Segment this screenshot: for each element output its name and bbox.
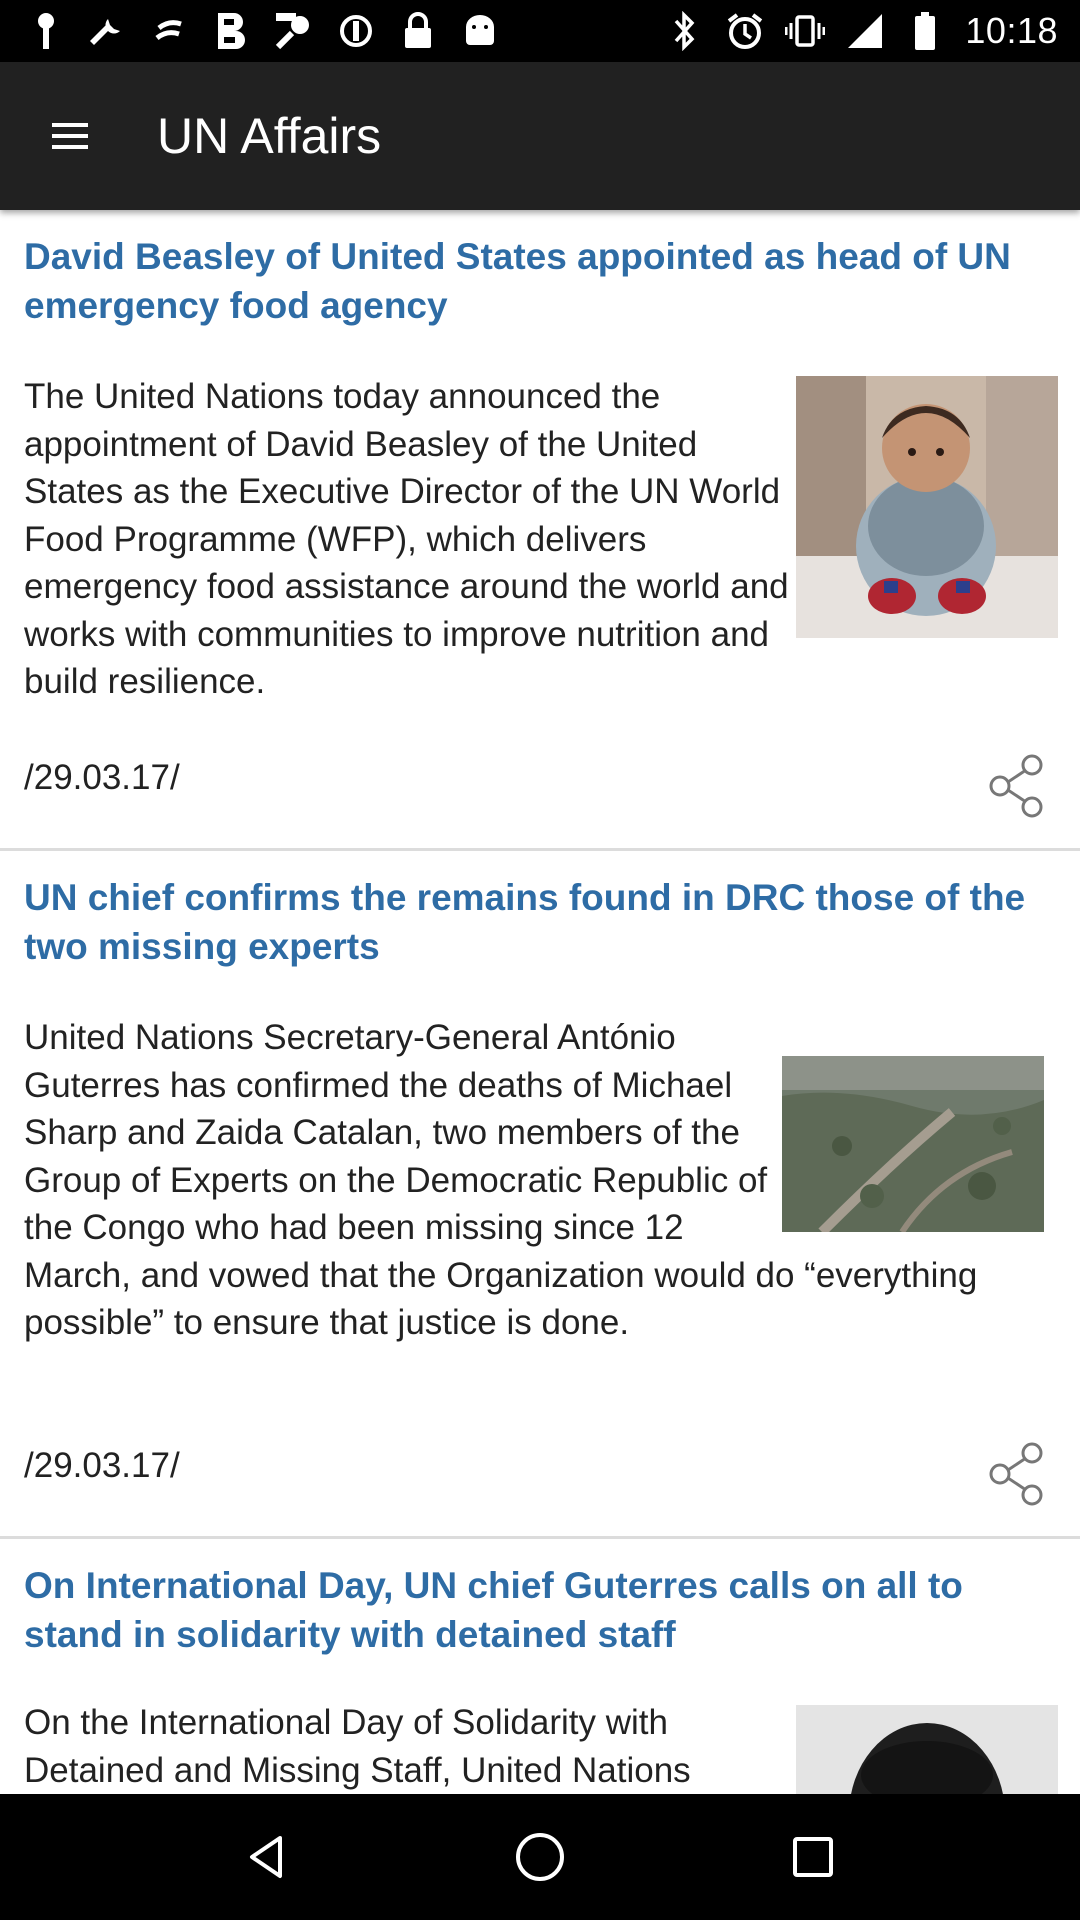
menu-dots-icon: [26, 11, 66, 51]
battery-icon: [905, 11, 945, 51]
app-title: UN Affairs: [157, 108, 382, 164]
article-summary: United Nations Secretary-General António…: [24, 1014, 1044, 1347]
app-bar: UN Affairs: [0, 62, 1080, 210]
clock: 10:18: [965, 10, 1058, 51]
signal-icon: [845, 11, 885, 51]
navigation-bar: [0, 1794, 1080, 1920]
article-thumbnail-aerial[interactable]: [782, 1056, 1044, 1232]
article-headline[interactable]: David Beasley of United States appointed…: [24, 232, 1054, 330]
article-headline[interactable]: On International Day, UN chief Guterres …: [24, 1561, 1054, 1659]
status-bar: 10:18: [0, 0, 1080, 62]
lock-icon: [398, 11, 438, 51]
fake-gps-icon: [274, 11, 314, 51]
share-icon[interactable]: [982, 752, 1050, 820]
alarm-icon: [725, 11, 765, 51]
android-icon: [460, 11, 500, 51]
notification-icons: [26, 10, 500, 52]
article-thumbnail-child[interactable]: [796, 376, 1058, 638]
vibrate-icon: [785, 11, 826, 51]
share-icon[interactable]: [982, 1440, 1050, 1508]
article-card[interactable]: UN chief confirms the remains found in D…: [0, 851, 1080, 1539]
system-icons: 10:18: [665, 10, 1058, 52]
bluetooth-icon: [665, 11, 705, 51]
article-date: /29.03.17/: [24, 758, 180, 797]
article-card[interactable]: On International Day, UN chief Guterres …: [0, 1539, 1080, 1794]
bold-b-icon: [212, 11, 252, 51]
article-date: /29.03.17/: [24, 1446, 180, 1485]
news-feed[interactable]: David Beasley of United States appointed…: [0, 210, 1080, 1794]
music-note-icon: [150, 11, 190, 51]
article-headline[interactable]: UN chief confirms the remains found in D…: [24, 873, 1054, 971]
hamburger-menu-icon[interactable]: [40, 106, 100, 166]
article-card[interactable]: David Beasley of United States appointed…: [0, 210, 1080, 851]
blocked-icon: [336, 11, 376, 51]
wrench-icon: [88, 11, 128, 51]
recents-square-icon[interactable]: [773, 1817, 853, 1897]
article-thumbnail-portrait[interactable]: [796, 1705, 1058, 1794]
back-triangle-icon[interactable]: [227, 1817, 307, 1897]
home-circle-icon[interactable]: [500, 1817, 580, 1897]
article-summary: The United Nations today announced the a…: [24, 377, 789, 701]
article-summary: On the International Day of Solidarity w…: [24, 1703, 691, 1790]
